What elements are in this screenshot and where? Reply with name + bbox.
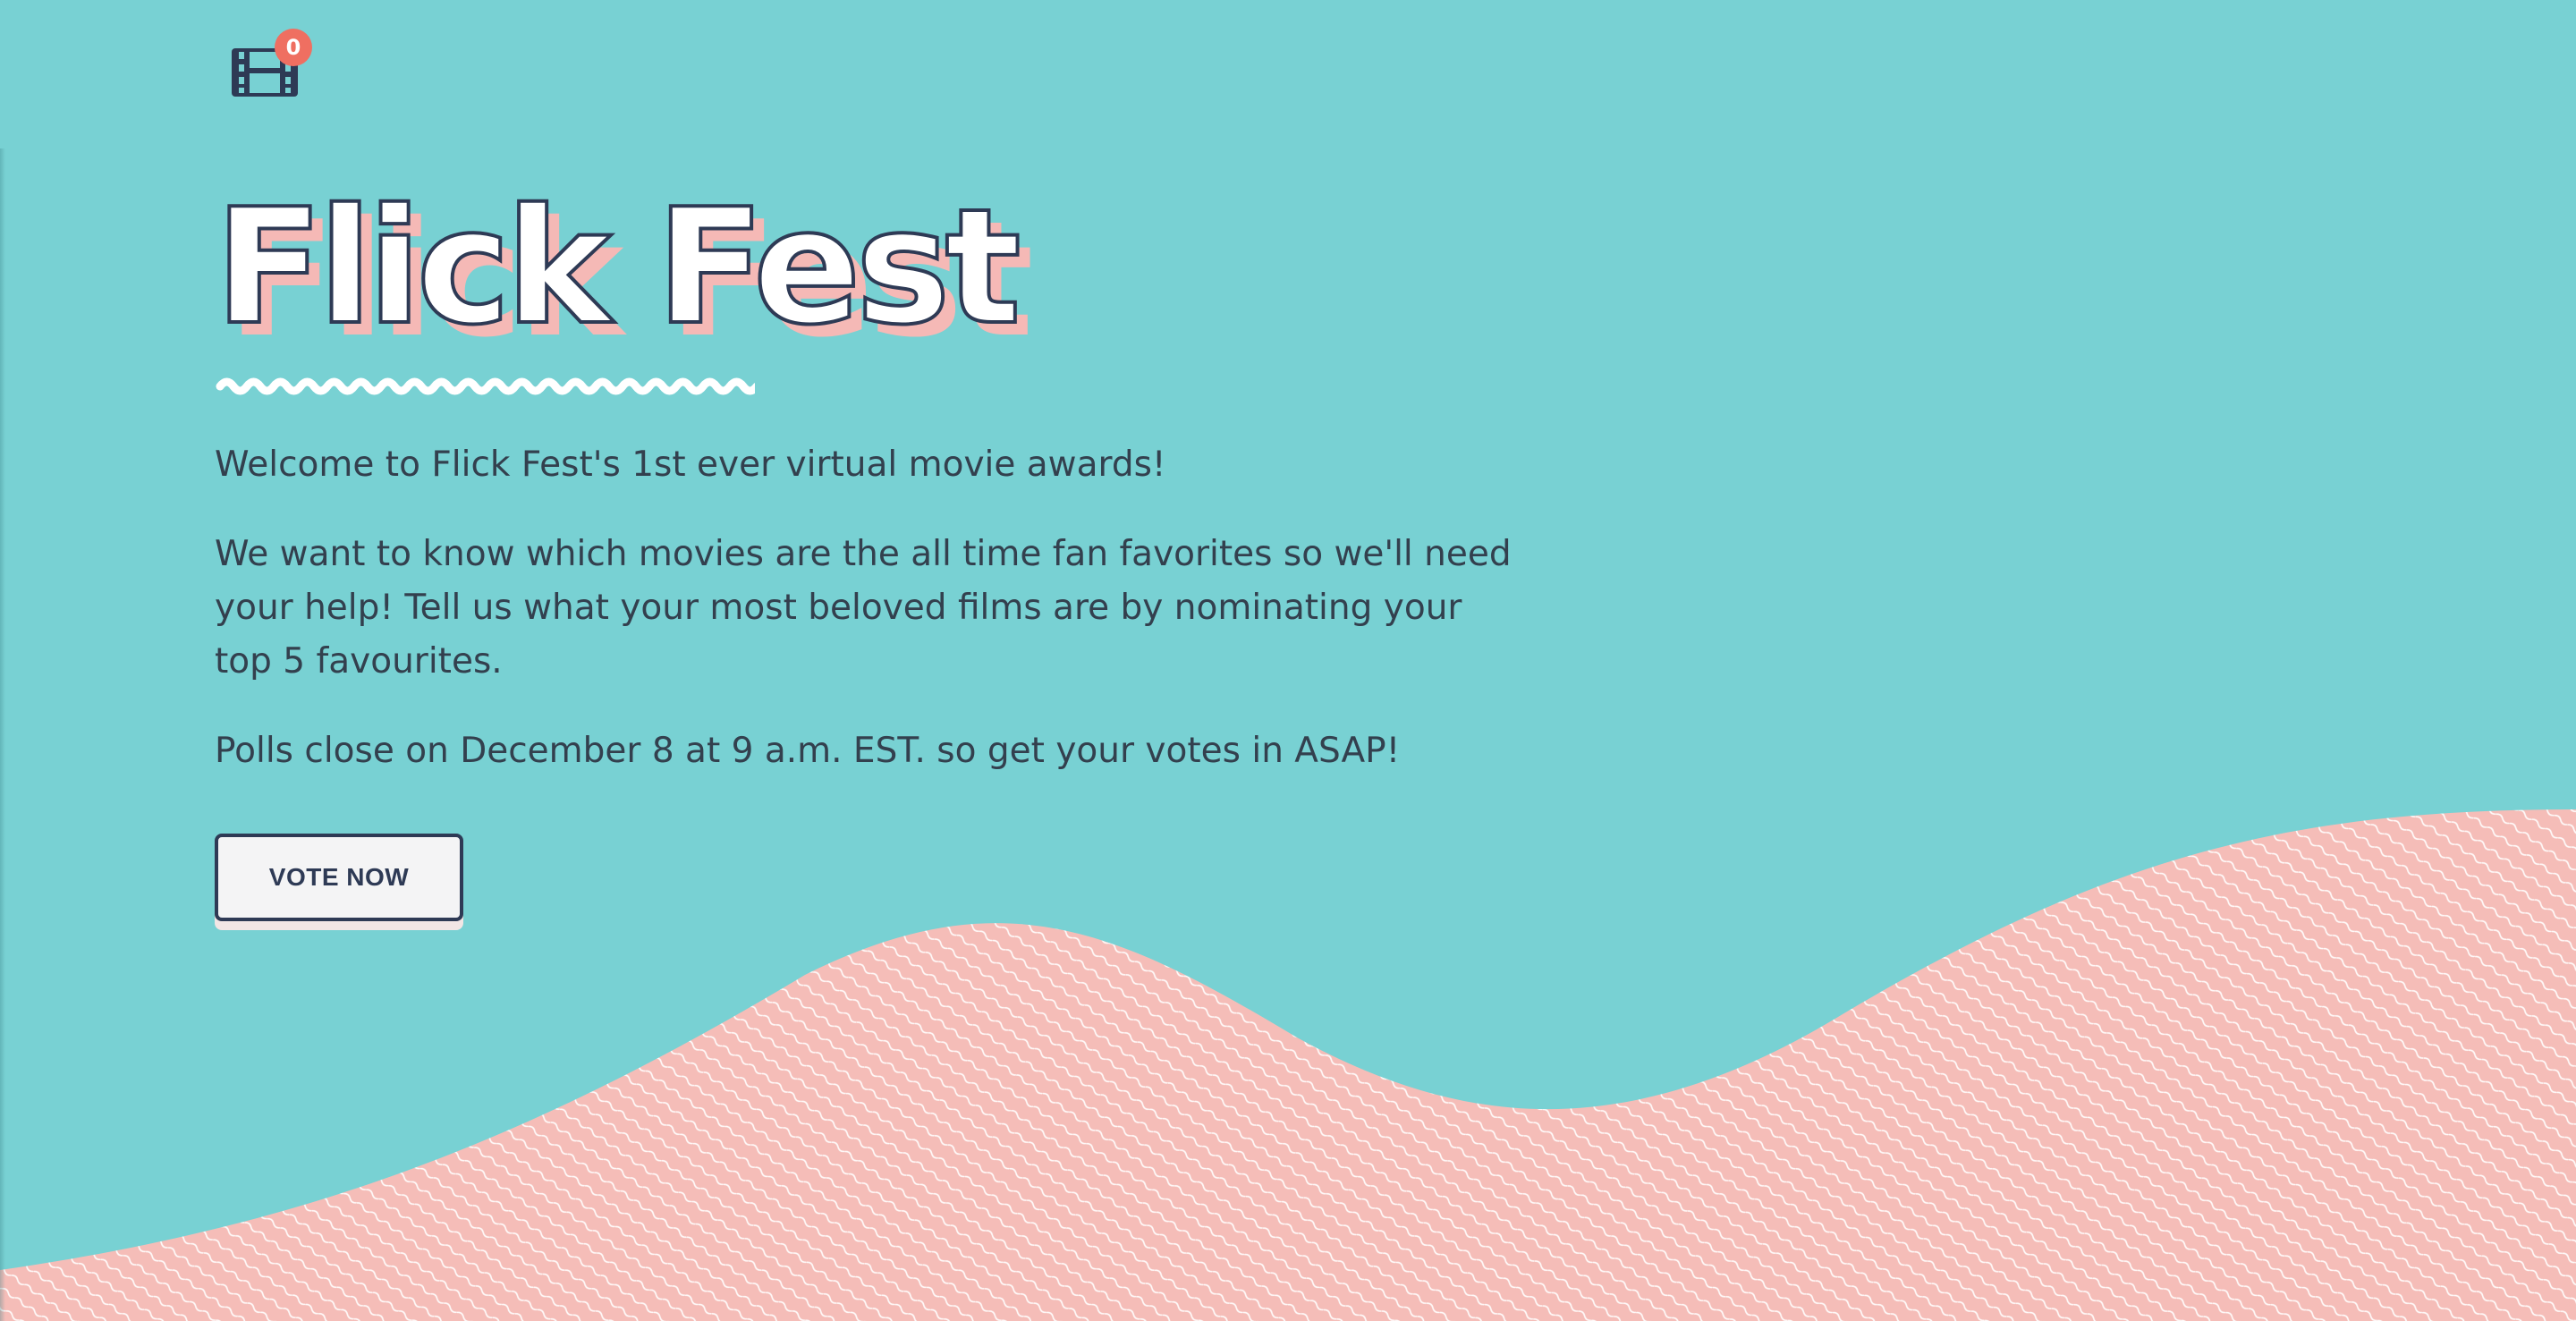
top-header: 0 bbox=[0, 0, 2576, 148]
deadline-text: Polls close on December 8 at 9 a.m. EST.… bbox=[215, 731, 1401, 771]
description-text: We want to know which movies are the all… bbox=[215, 534, 1512, 682]
title-block: Flick Fest bbox=[213, 174, 1512, 395]
vote-now-button[interactable]: VOTE NOW bbox=[215, 834, 463, 921]
hero-section: Flick Fest Welcome to Flick Fest's 1st e… bbox=[213, 174, 1512, 921]
nominations-cart-button[interactable]: 0 bbox=[228, 29, 312, 104]
page-title: Flick Fest bbox=[213, 174, 1023, 360]
welcome-text: Welcome to Flick Fest's 1st ever virtual… bbox=[215, 445, 1166, 485]
squiggle-underline bbox=[216, 377, 755, 395]
cart-count-badge: 0 bbox=[275, 29, 312, 66]
side-shadow bbox=[0, 148, 5, 1321]
